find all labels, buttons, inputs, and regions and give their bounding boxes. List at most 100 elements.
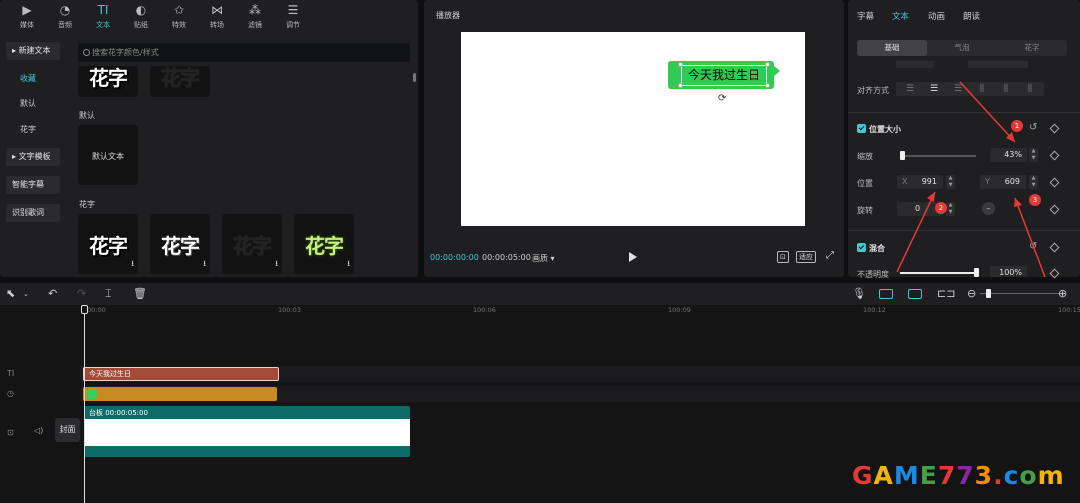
ruler-label: 100:12	[863, 306, 886, 314]
resize-handle[interactable]	[765, 83, 770, 88]
playhead-handle[interactable]	[81, 305, 88, 314]
scrollbar[interactable]	[413, 73, 416, 82]
undo-icon[interactable]: ↶	[48, 287, 57, 300]
zoom-slider-knob[interactable]	[986, 289, 991, 298]
nav-smart-caption[interactable]: 智能字幕	[6, 176, 60, 194]
adjust-icon: ☰	[287, 3, 299, 17]
mute-icon[interactable]: ◁)	[34, 426, 43, 435]
fancy-tile[interactable]: 花字 ⭳	[294, 214, 354, 274]
nav-text-template[interactable]: ▸ 文字模板	[6, 148, 60, 166]
segment-fancy[interactable]: 花字	[997, 40, 1067, 56]
tool-text[interactable]: TI 文本	[84, 0, 122, 34]
watermark-letter: G	[852, 461, 874, 490]
style-tile[interactable]: 花字	[150, 66, 210, 97]
main-clip-label: 台板 00:00:05:00	[89, 409, 148, 417]
fit-button[interactable]: 适应	[796, 251, 816, 263]
tool-effects[interactable]: ✩ 特效	[160, 0, 198, 34]
cover-button[interactable]: 封面	[55, 418, 80, 442]
tile-text: 花字	[89, 66, 128, 90]
tool-adjust[interactable]: ☰ 调节	[274, 0, 312, 34]
default-text-tile[interactable]: 默认文本	[78, 125, 138, 185]
tool-label: 特效	[172, 21, 186, 29]
center-icon[interactable]: ⊏⊐	[937, 287, 955, 300]
split-icon[interactable]: ⌶	[105, 287, 112, 301]
quality-select[interactable]: 画质 ▾	[532, 253, 555, 264]
nav-label: 新建文本	[18, 46, 51, 55]
watermark-letter: A	[873, 461, 894, 490]
download-icon[interactable]: ⭳	[203, 258, 206, 272]
resize-handle[interactable]	[765, 62, 770, 67]
resize-handle[interactable]	[678, 62, 683, 67]
nav-default[interactable]: 默认	[14, 95, 60, 113]
tool-label: 转场	[210, 21, 224, 29]
watermark-logo: GAME773.com	[852, 461, 1065, 490]
style-tile[interactable]: 花字	[78, 66, 138, 97]
segment-bubble[interactable]: 气泡	[927, 40, 997, 56]
annotation-arrowhead-3	[1014, 198, 1022, 207]
nav-new-text[interactable]: ▸ 新建文本	[6, 42, 60, 60]
tab-caption[interactable]: 字幕	[857, 10, 874, 22]
sticker-track-icon: ◷	[7, 389, 14, 398]
ruler-label: 100:06	[473, 306, 496, 314]
top-toolbar: ▶ 媒体 ◔ 音频 TI 文本 ◐ 贴纸 ✩ 特效 ⋈ 转场 ⁂ 滤镜 ☰ 调节	[0, 0, 418, 34]
audio-icon: ◔	[59, 3, 71, 17]
delete-icon[interactable]: 🗑	[133, 287, 147, 300]
tool-media[interactable]: ▶ 媒体	[8, 0, 46, 34]
microphone-icon[interactable]: 🎙	[852, 287, 866, 300]
select-tool-icon[interactable]: ⬉	[6, 287, 15, 300]
resize-handle[interactable]	[678, 83, 683, 88]
tool-filter[interactable]: ⁂ 滤镜	[236, 0, 274, 34]
text-clip[interactable]: 今天我过生日	[83, 367, 279, 381]
fancy-tile[interactable]: 花字 ⭳	[78, 214, 138, 274]
playhead[interactable]	[84, 306, 85, 503]
download-icon[interactable]: ⭳	[131, 258, 134, 272]
play-button[interactable]	[629, 252, 637, 262]
tab-voice[interactable]: 朗读	[963, 10, 980, 22]
segment-basic[interactable]: 基础	[857, 40, 927, 56]
section-fancy-label: 花字	[79, 200, 95, 209]
download-icon[interactable]: ⭳	[347, 258, 350, 272]
caption-text[interactable]: 今天我过生日	[681, 65, 767, 86]
tool-sticker[interactable]: ◐ 贴纸	[122, 0, 160, 34]
nav-lyrics[interactable]: 识别歌词	[6, 204, 60, 222]
tool-transition[interactable]: ⋈ 转场	[198, 0, 236, 34]
waveform-icon[interactable]: ⊡	[777, 251, 789, 263]
watermark-letter: .	[993, 461, 1004, 490]
redo-icon[interactable]: ↷	[77, 287, 86, 300]
search-input[interactable]: 搜索花字颜色/样式	[78, 43, 410, 62]
download-icon[interactable]: ⭳	[275, 258, 278, 272]
tile-text: 花字	[161, 234, 200, 258]
tile-text: 默认文本	[92, 152, 124, 161]
nav-favorites[interactable]: 收藏	[14, 70, 60, 88]
fancy-tile[interactable]: 花字 ⭳	[222, 214, 282, 274]
tool-label: 调节	[286, 21, 300, 29]
tab-text[interactable]: 文本	[892, 10, 909, 22]
zoom-slider-track[interactable]	[980, 293, 1060, 294]
preview-axis-icon[interactable]	[908, 289, 922, 299]
zoom-in-icon[interactable]: ⊕	[1058, 287, 1067, 300]
fancy-tile[interactable]: 花字 ⭳	[150, 214, 210, 274]
tool-audio[interactable]: ◔ 音频	[46, 0, 84, 34]
effects-icon: ✩	[173, 3, 185, 17]
tile-text: 花字	[305, 234, 344, 258]
annotation-badge: 2	[935, 202, 947, 214]
watermark-letter: o	[1019, 461, 1038, 490]
nav-fancy[interactable]: 花字	[14, 121, 60, 139]
effect-clip[interactable]	[83, 387, 277, 401]
rotate-icon[interactable]: ⟳	[718, 93, 726, 104]
zoom-out-icon[interactable]: ⊖	[967, 287, 976, 300]
video-track-icon: ⊡	[7, 428, 14, 437]
annotation-arrow-2	[896, 191, 936, 273]
tool-label: 滤镜	[248, 21, 262, 29]
fullscreen-icon[interactable]: ⤢	[826, 250, 834, 261]
link-main-track-icon[interactable]	[879, 289, 893, 299]
watermark-letter: m	[1037, 461, 1065, 490]
tab-animation[interactable]: 动画	[928, 10, 945, 22]
tool-label: 音频	[58, 21, 72, 29]
ruler-label: 100:09	[668, 306, 691, 314]
chevron-down-icon[interactable]: ⌄	[23, 290, 29, 298]
search-icon	[83, 49, 90, 56]
annotation-badge: 1	[1011, 120, 1023, 132]
filter-icon: ⁂	[249, 3, 261, 17]
text-track-icon: TI	[7, 369, 15, 378]
